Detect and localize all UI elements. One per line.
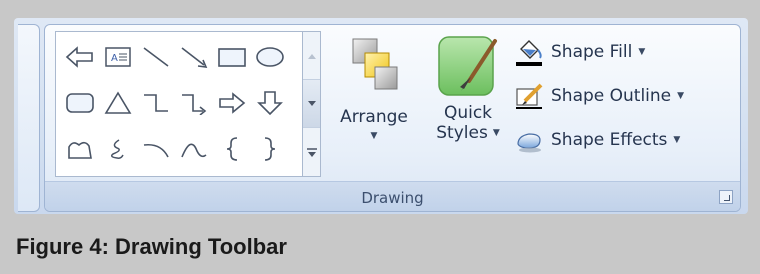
- oval-icon[interactable]: [252, 38, 288, 76]
- arrange-button[interactable]: Arrange ▼: [333, 31, 415, 177]
- quick-styles-label-line1: Quick: [443, 103, 493, 123]
- shape-fill-button[interactable]: Shape Fill ▼: [515, 33, 645, 71]
- arrange-dropdown-icon: ▼: [370, 131, 378, 141]
- shape-fill-label: Shape Fill: [551, 42, 633, 62]
- triangle-icon[interactable]: [100, 84, 136, 122]
- gallery-scroll-down-button[interactable]: [303, 80, 320, 128]
- left-arrow-icon[interactable]: [62, 38, 98, 76]
- right-block-arrow-icon[interactable]: [214, 84, 250, 122]
- quick-styles-button[interactable]: Quick Styles ▼: [427, 31, 509, 177]
- curve-icon[interactable]: [176, 130, 212, 168]
- down-block-arrow-icon[interactable]: [252, 84, 288, 122]
- previous-group-edge: [18, 24, 40, 212]
- elbow-connector-icon[interactable]: [138, 84, 174, 122]
- more-dropdown-icon: [306, 147, 317, 157]
- chevron-up-icon: [307, 53, 316, 59]
- shape-outline-dropdown-icon: ▼: [677, 91, 685, 101]
- figure-frame: A Arrange ▼ Quick Styles ▼ Shape Fill ▼ …: [0, 0, 760, 274]
- shapes-grid: A: [60, 36, 296, 172]
- elbow-arrow-connector-icon[interactable]: [176, 84, 212, 122]
- chevron-down-icon: [307, 100, 316, 106]
- rounded-rectangle-icon[interactable]: [62, 84, 98, 122]
- shape-effects-icon: [517, 133, 541, 153]
- shape-effects-button[interactable]: Shape Effects ▼: [515, 121, 680, 159]
- arrow-line-icon[interactable]: [176, 38, 212, 76]
- group-footer: Drawing: [45, 181, 740, 211]
- scribble-icon[interactable]: [100, 130, 136, 168]
- gallery-more-button[interactable]: [303, 128, 320, 177]
- shape-fill-dropdown-icon: ▼: [638, 47, 646, 57]
- drawing-group: A Arrange ▼ Quick Styles ▼ Shape Fill ▼ …: [44, 24, 741, 212]
- arrange-icon: [352, 38, 398, 90]
- shapes-gallery: A: [55, 31, 303, 177]
- quick-styles-dropdown-icon: ▼: [492, 128, 500, 138]
- shape-outline-button[interactable]: Shape Outline ▼: [515, 77, 684, 115]
- group-label: Drawing: [361, 189, 424, 207]
- right-brace-icon[interactable]: [252, 130, 288, 168]
- freeform-icon[interactable]: [62, 130, 98, 168]
- quick-styles-icon: [438, 36, 497, 96]
- text-box-icon[interactable]: A: [100, 38, 136, 76]
- pencil-outline-icon: [516, 83, 543, 109]
- left-brace-icon[interactable]: [214, 130, 250, 168]
- figure-caption: Figure 4: Drawing Toolbar: [16, 234, 287, 259]
- shape-effects-label: Shape Effects: [551, 130, 668, 150]
- gallery-scroll-up-button[interactable]: [303, 32, 320, 80]
- arc-icon[interactable]: [138, 130, 174, 168]
- dialog-launcher-icon[interactable]: [719, 190, 733, 204]
- svg-text:A: A: [111, 53, 118, 64]
- paint-bucket-icon: [516, 40, 542, 66]
- quick-styles-label-line2: Styles: [436, 123, 488, 143]
- shape-outline-label: Shape Outline: [551, 86, 672, 106]
- gallery-scrollbar: [303, 31, 321, 177]
- arrange-label: Arrange: [340, 107, 408, 127]
- shape-effects-dropdown-icon: ▼: [673, 135, 681, 145]
- rectangle-icon[interactable]: [214, 38, 250, 76]
- line-icon[interactable]: [138, 38, 174, 76]
